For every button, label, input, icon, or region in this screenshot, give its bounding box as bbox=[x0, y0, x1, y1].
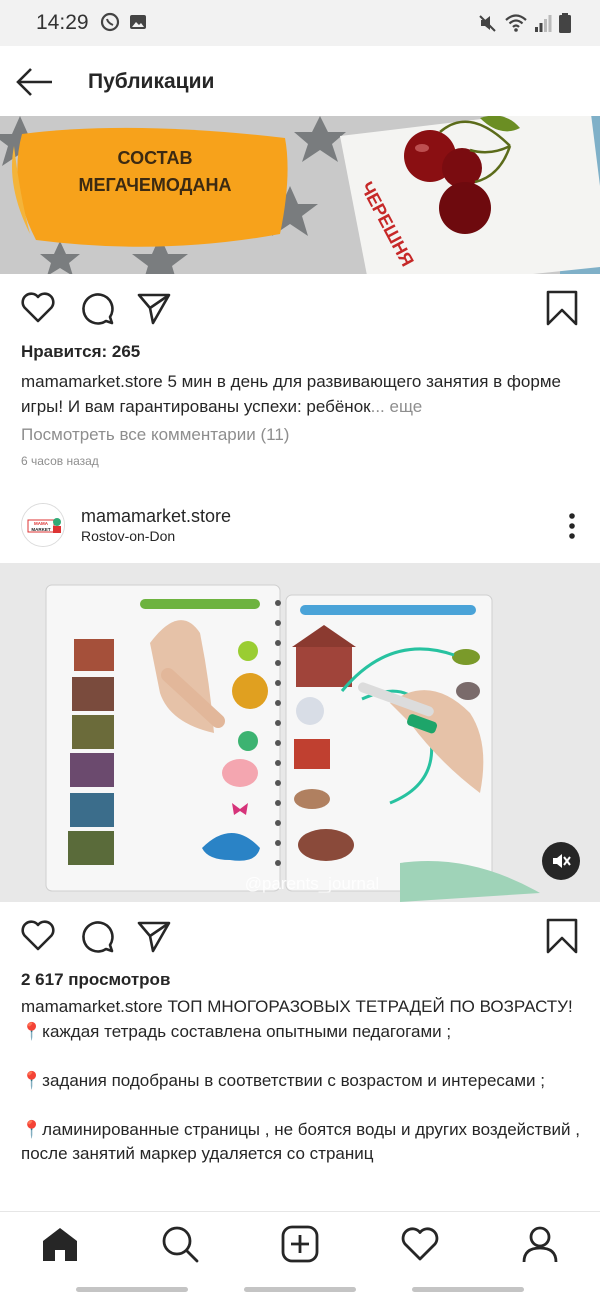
caption-line: 📍каждая тетрадь составлена опытными педа… bbox=[21, 1021, 452, 1041]
more-options-icon[interactable] bbox=[568, 512, 576, 540]
comment-icon[interactable] bbox=[79, 918, 115, 954]
nav-home-button[interactable] bbox=[40, 1224, 80, 1264]
avatar-text: MAMA bbox=[34, 521, 49, 526]
video-watermark: @parents_journal bbox=[245, 874, 379, 893]
view-comments-link[interactable]: Посмотреть все комментарии (11) bbox=[21, 425, 289, 445]
nav-add-post-button[interactable] bbox=[280, 1224, 320, 1264]
post-author-username[interactable]: mamamarket.store bbox=[81, 506, 231, 527]
caption-blank-line bbox=[21, 1044, 581, 1069]
search-icon bbox=[162, 1226, 199, 1263]
nav-search-button[interactable] bbox=[160, 1224, 200, 1264]
profile-icon bbox=[522, 1226, 558, 1263]
post1-actions bbox=[0, 278, 600, 338]
battery-icon bbox=[559, 13, 571, 33]
back-button[interactable] bbox=[14, 64, 54, 100]
nav-activity-button[interactable] bbox=[400, 1224, 440, 1264]
views-count[interactable]: 2 617 просмотров bbox=[21, 970, 170, 990]
post2-video[interactable]: @parents_journal bbox=[0, 563, 600, 902]
home-icon bbox=[43, 1228, 77, 1261]
save-bookmark-icon[interactable] bbox=[546, 918, 578, 954]
whatsapp-icon bbox=[100, 12, 120, 32]
activity-heart-icon bbox=[401, 1227, 439, 1261]
system-nav-bar[interactable] bbox=[76, 1287, 188, 1292]
post-location[interactable]: Rostov-on-Don bbox=[81, 528, 175, 544]
likes-count[interactable]: Нравится: 265 bbox=[21, 342, 140, 362]
caption-line: 📍задания подобраны в соответствии с возр… bbox=[21, 1070, 546, 1090]
status-bar: 14:29 bbox=[0, 0, 600, 46]
mute-icon bbox=[479, 15, 496, 32]
caption-username[interactable]: mamamarket.store bbox=[21, 372, 163, 391]
nav-profile-button[interactable] bbox=[520, 1224, 560, 1264]
post2-header: MAMA MARKET mamamarket.store Rostov-on-D… bbox=[0, 494, 600, 560]
avatar[interactable]: MAMA MARKET bbox=[21, 503, 65, 547]
save-bookmark-icon[interactable] bbox=[546, 290, 578, 326]
status-time: 14:29 bbox=[36, 11, 89, 34]
like-heart-icon[interactable] bbox=[20, 918, 56, 952]
svg-text:MARKET: MARKET bbox=[31, 527, 50, 532]
more-link[interactable]: ... еще bbox=[371, 397, 423, 416]
arrow-left-icon bbox=[16, 68, 52, 96]
gallery-icon bbox=[130, 15, 146, 29]
caption-username[interactable]: mamamarket.store bbox=[21, 997, 163, 1016]
post2-actions bbox=[0, 906, 600, 966]
mute-toggle-button[interactable] bbox=[542, 842, 580, 880]
share-send-icon[interactable] bbox=[136, 918, 172, 954]
system-nav-bar[interactable] bbox=[244, 1287, 356, 1292]
caption-line: 📍ламинированные страницы , не боятся вод… bbox=[21, 1119, 580, 1164]
like-heart-icon[interactable] bbox=[20, 290, 56, 324]
add-post-icon bbox=[281, 1225, 319, 1263]
caption-blank-line bbox=[21, 1093, 581, 1118]
bottom-navigation bbox=[0, 1211, 600, 1299]
wifi-icon bbox=[505, 14, 527, 32]
post1-caption: mamamarket.store 5 мин в день для развив… bbox=[21, 369, 581, 419]
banner-line-1: СОСТАВ bbox=[118, 148, 193, 168]
caption-first-line: ТОП МНОГОРАЗОВЫХ ТЕТРАДЕЙ ПО ВОЗРАСТУ! bbox=[167, 997, 573, 1016]
post-timestamp: 6 часов назад bbox=[21, 454, 99, 468]
signal-icon bbox=[535, 15, 552, 32]
volume-muted-icon bbox=[553, 854, 571, 868]
post1-image[interactable]: СОСТАВ МЕГАЧЕМОДАНА ЧЕРЕШНЯ bbox=[0, 116, 600, 274]
comment-icon[interactable] bbox=[79, 290, 115, 326]
share-send-icon[interactable] bbox=[136, 290, 172, 326]
post2-caption: mamamarket.store ТОП МНОГОРАЗОВЫХ ТЕТРАД… bbox=[21, 995, 581, 1167]
app-header: Публикации bbox=[0, 46, 600, 118]
page-title: Публикации bbox=[88, 70, 215, 93]
system-nav-bar[interactable] bbox=[412, 1287, 524, 1292]
banner-line-2: МЕГАЧЕМОДАНА bbox=[79, 175, 232, 195]
